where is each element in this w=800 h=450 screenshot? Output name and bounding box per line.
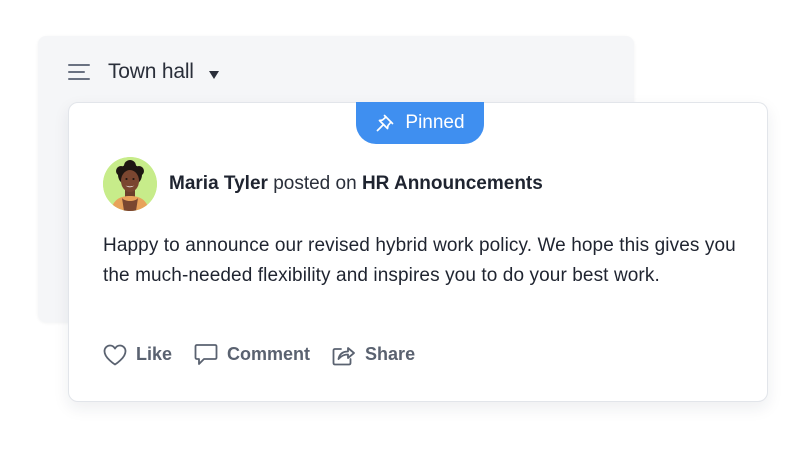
post-actions: Like Comment Share <box>103 343 415 366</box>
caret-down-icon[interactable] <box>208 67 220 79</box>
comment-label: Comment <box>227 344 311 364</box>
like-button[interactable]: Like <box>103 344 172 366</box>
byline: Maria Tyler posted on HR Announcements <box>169 173 543 195</box>
like-label: Like <box>136 344 173 364</box>
pinned-badge: Pinned <box>356 102 484 144</box>
heart-icon <box>103 344 127 365</box>
share-arrow-icon <box>332 346 355 365</box>
post-body: Happy to announce our revised hybrid wor… <box>103 235 736 286</box>
comment-button[interactable]: Comment <box>194 343 310 366</box>
avatar[interactable] <box>103 157 157 211</box>
share-label: Share <box>365 344 416 364</box>
post-header: Maria Tyler posted on HR Announcements <box>103 157 543 211</box>
channel-link[interactable]: HR Announcements <box>362 173 543 194</box>
author-name[interactable]: Maria Tyler <box>169 173 268 194</box>
share-button[interactable]: Share <box>332 344 415 366</box>
channel-header: Town hall <box>68 60 220 84</box>
pin-icon <box>375 113 395 133</box>
stage: Town hall Pinned Maria Tyler posted on H… <box>0 0 800 450</box>
posted-on-text: posted on <box>273 173 357 194</box>
pinned-label: Pinned <box>405 112 465 133</box>
menu-icon[interactable] <box>68 63 90 81</box>
post-card: Pinned Maria Tyler posted on HR Announce… <box>68 102 768 402</box>
comment-bubble-icon <box>194 344 218 365</box>
channel-title[interactable]: Town hall <box>108 60 194 84</box>
